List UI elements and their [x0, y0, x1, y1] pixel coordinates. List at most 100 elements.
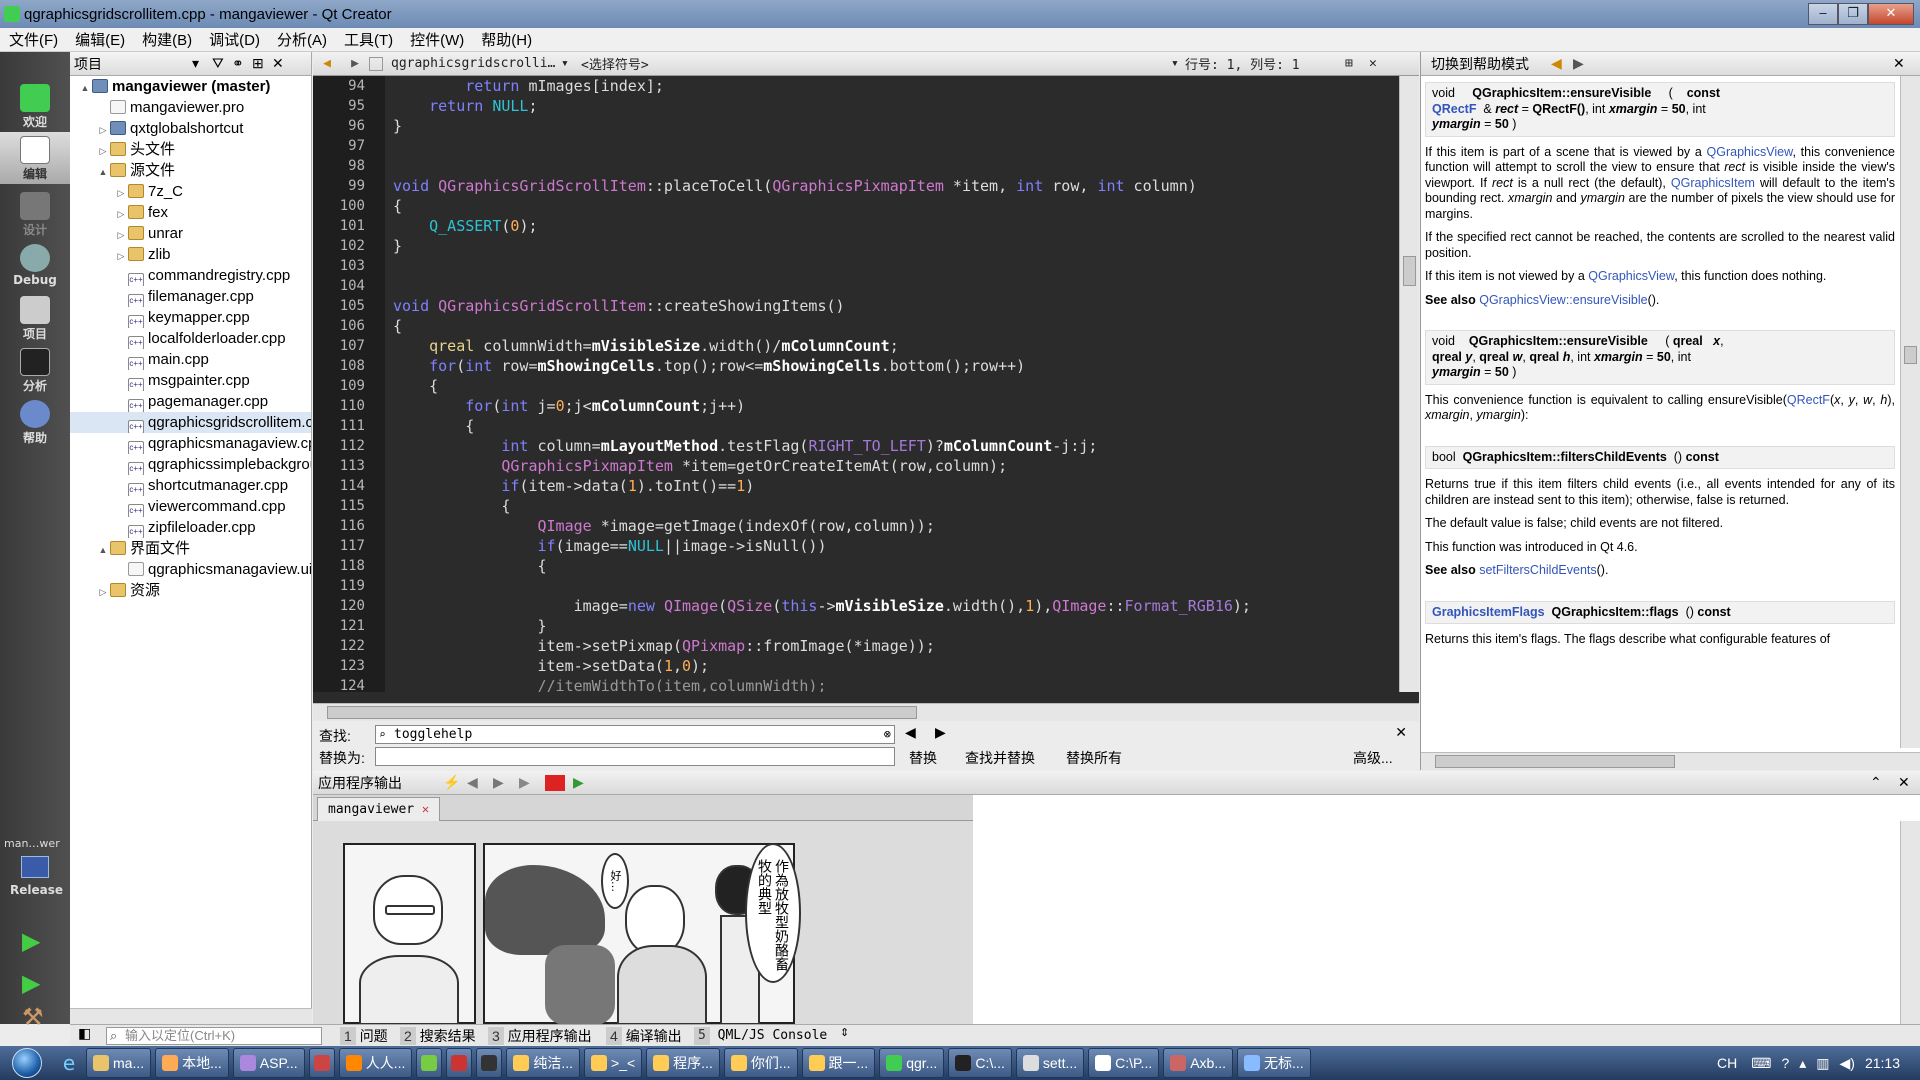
taskbar-item[interactable]: 纯洁... [506, 1048, 581, 1078]
taskbar-item[interactable] [446, 1048, 473, 1078]
minimize-button[interactable]: ‒ [1808, 3, 1838, 25]
taskbar-item[interactable] [416, 1048, 443, 1078]
run-icon[interactable]: ▶ [22, 928, 48, 954]
tree-item[interactable]: c++ zipfileloader.cpp [70, 517, 311, 538]
code-line[interactable]: 96} [313, 116, 1399, 136]
forward-arrow-icon[interactable]: ▶ [341, 56, 369, 71]
menu-window[interactable]: 控件(W) [401, 29, 472, 50]
run-output-icon[interactable]: ▶ [519, 774, 545, 791]
taskbar-item[interactable]: >_< [584, 1048, 643, 1078]
replace-all-button[interactable]: 替换所有 [1066, 748, 1122, 768]
code-line[interactable]: 98 [313, 156, 1399, 176]
network-icon[interactable]: ▥ [1816, 1055, 1829, 1072]
status-tab-app-output[interactable]: 3 应用程序输出 [488, 1027, 592, 1045]
expand-arrow-icon[interactable]: ▷ [114, 246, 128, 265]
taskbar-item[interactable]: ma... [86, 1048, 152, 1078]
tree-item[interactable]: ▷ 头文件 [70, 139, 311, 160]
symbol-combo[interactable]: <选择符号> [581, 54, 1171, 73]
mode-welcome[interactable]: 欢迎 [0, 80, 70, 132]
code-line[interactable]: 100 { [313, 196, 1399, 216]
close-pane-icon[interactable]: ✕ [272, 55, 292, 72]
code-line[interactable]: 99 void QGraphicsGridScrollItem::placeToC… [313, 176, 1399, 196]
mode-edit[interactable]: 编辑 [0, 132, 70, 184]
close-find-icon[interactable]: ✕ [1395, 724, 1407, 741]
tree-item[interactable]: ▷ 7z_C [70, 181, 311, 202]
split-icon[interactable]: ⊞ [252, 55, 272, 72]
file-combo[interactable]: qgraphicsgridscrolli… [391, 56, 561, 71]
mode-help[interactable]: 帮助 [0, 396, 70, 448]
maximize-pane-icon[interactable]: ⌃ [1870, 774, 1898, 791]
code-line[interactable]: 119 [313, 576, 1399, 596]
find-prev-icon[interactable]: ◀ [905, 724, 916, 741]
menu-tools[interactable]: 工具(T) [335, 29, 401, 50]
back-arrow-icon[interactable]: ◀ [313, 56, 341, 71]
code-line[interactable]: 109 { [313, 376, 1399, 396]
expand-arrow-icon[interactable]: ▷ [96, 141, 110, 160]
tree-item[interactable]: ▷ qxtglobalshortcut [70, 118, 311, 139]
taskbar-item[interactable]: 跟一... [801, 1048, 876, 1078]
expand-arrow-icon[interactable]: ▷ [114, 204, 128, 223]
expand-arrow-icon[interactable]: ▲ [96, 162, 110, 181]
help-vscrollbar[interactable] [1900, 76, 1920, 748]
status-tab-compile-output[interactable]: 4 编译输出 [606, 1027, 682, 1045]
dropdown-icon[interactable]: ▾ [192, 55, 212, 72]
tray-arrow-icon[interactable]: ▴ [1799, 1055, 1806, 1072]
help-hscroll-thumb[interactable] [1435, 755, 1675, 768]
code-line[interactable]: 124 //itemWidthTo(item,columnWidth); [313, 676, 1399, 692]
locator-input[interactable]: ⌕ 输入以定位(Ctrl+K) [106, 1027, 322, 1045]
ie-icon[interactable]: e [54, 1051, 84, 1075]
code-line[interactable]: 121 } [313, 616, 1399, 636]
menu-file[interactable]: 文件(F) [0, 29, 66, 50]
link-icon[interactable]: ⚭ [232, 55, 252, 72]
find-input[interactable]: ⌕ togglehelp ⊗ [375, 725, 895, 744]
help-scroll-thumb[interactable] [1904, 346, 1917, 364]
stop-icon[interactable] [545, 774, 565, 791]
taskbar-item[interactable]: 无标... [1237, 1048, 1311, 1078]
taskbar-item[interactable]: sett... [1015, 1048, 1085, 1078]
code-area[interactable]: 94 return mImages[index]; 95 return NULL;… [313, 76, 1399, 692]
code-line[interactable]: 112 int column=mLayoutMethod.testFlag(RI… [313, 436, 1399, 456]
clear-icon[interactable]: ⊗ [884, 726, 891, 743]
tree-item[interactable]: c++ shortcutmanager.cpp [70, 475, 311, 496]
mode-analyze[interactable]: 分析 [0, 344, 70, 396]
taskbar-item[interactable] [476, 1048, 503, 1078]
tree-hscrollbar[interactable] [70, 1008, 312, 1024]
tree-item[interactable]: ▲ mangaviewer (master) [70, 76, 311, 97]
status-tab-issues[interactable]: 1 问题 [340, 1027, 388, 1045]
code-line[interactable]: 115 { [313, 496, 1399, 516]
rerun-icon[interactable]: ⚡ [443, 774, 467, 791]
taskbar-item[interactable]: C:\P... [1088, 1048, 1160, 1078]
taskbar-item[interactable]: Axb... [1163, 1048, 1234, 1078]
advanced-button[interactable]: 高级... [1353, 748, 1393, 768]
projects-header[interactable]: 项目 [74, 54, 192, 74]
help-forward-icon[interactable]: ▶ [1573, 55, 1893, 72]
build-hammer-icon[interactable]: ⚒ [22, 1004, 48, 1030]
code-line[interactable]: 95 return NULL; [313, 96, 1399, 116]
find-replace-button[interactable]: 查找并替换 [965, 748, 1035, 768]
tree-item[interactable]: ▷ unrar [70, 223, 311, 244]
status-tab-search-results[interactable]: 2 搜索结果 [400, 1027, 476, 1045]
output-tab-mangaviewer[interactable]: mangaviewer ✕ [317, 797, 441, 821]
debug-run-icon[interactable]: ▶ [22, 970, 48, 996]
tree-item[interactable]: qgraphicsmanagaview.ui [70, 559, 311, 580]
code-line[interactable]: 118 { [313, 556, 1399, 576]
help-back-icon[interactable]: ◀ [1551, 55, 1573, 72]
status-tab-qml-console[interactable]: 5 QML/JS Console [694, 1027, 827, 1045]
menu-debug[interactable]: 调试(D) [200, 29, 268, 50]
tree-item[interactable]: ▷ zlib [70, 244, 311, 265]
close-tab-icon[interactable]: ✕ [422, 802, 429, 816]
tree-item[interactable]: c++ qgraphicsgridscrollitem.cpp [70, 412, 311, 433]
tree-item[interactable]: c++ msgpainter.cpp [70, 370, 311, 391]
help-hscrollbar[interactable] [1421, 752, 1920, 770]
tree-item[interactable]: ▲ 源文件 [70, 160, 311, 181]
code-line[interactable]: 110 for(int j=0;j<mColumnCount;j++) [313, 396, 1399, 416]
tree-item[interactable]: ▲ 界面文件 [70, 538, 311, 559]
close-help-icon[interactable]: ✕ [1893, 55, 1913, 72]
code-line[interactable]: 120 image=new QImage(QSize(this->mVisibl… [313, 596, 1399, 616]
file-combo-arrow-icon[interactable]: ▾ [561, 56, 581, 71]
split-editor-icon[interactable]: ⊞ [1345, 56, 1369, 71]
tree-item[interactable]: c++ pagemanager.cpp [70, 391, 311, 412]
tree-item[interactable]: c++ commandregistry.cpp [70, 265, 311, 286]
code-line[interactable]: 94 return mImages[index]; [313, 76, 1399, 96]
replace-input[interactable] [375, 747, 895, 766]
